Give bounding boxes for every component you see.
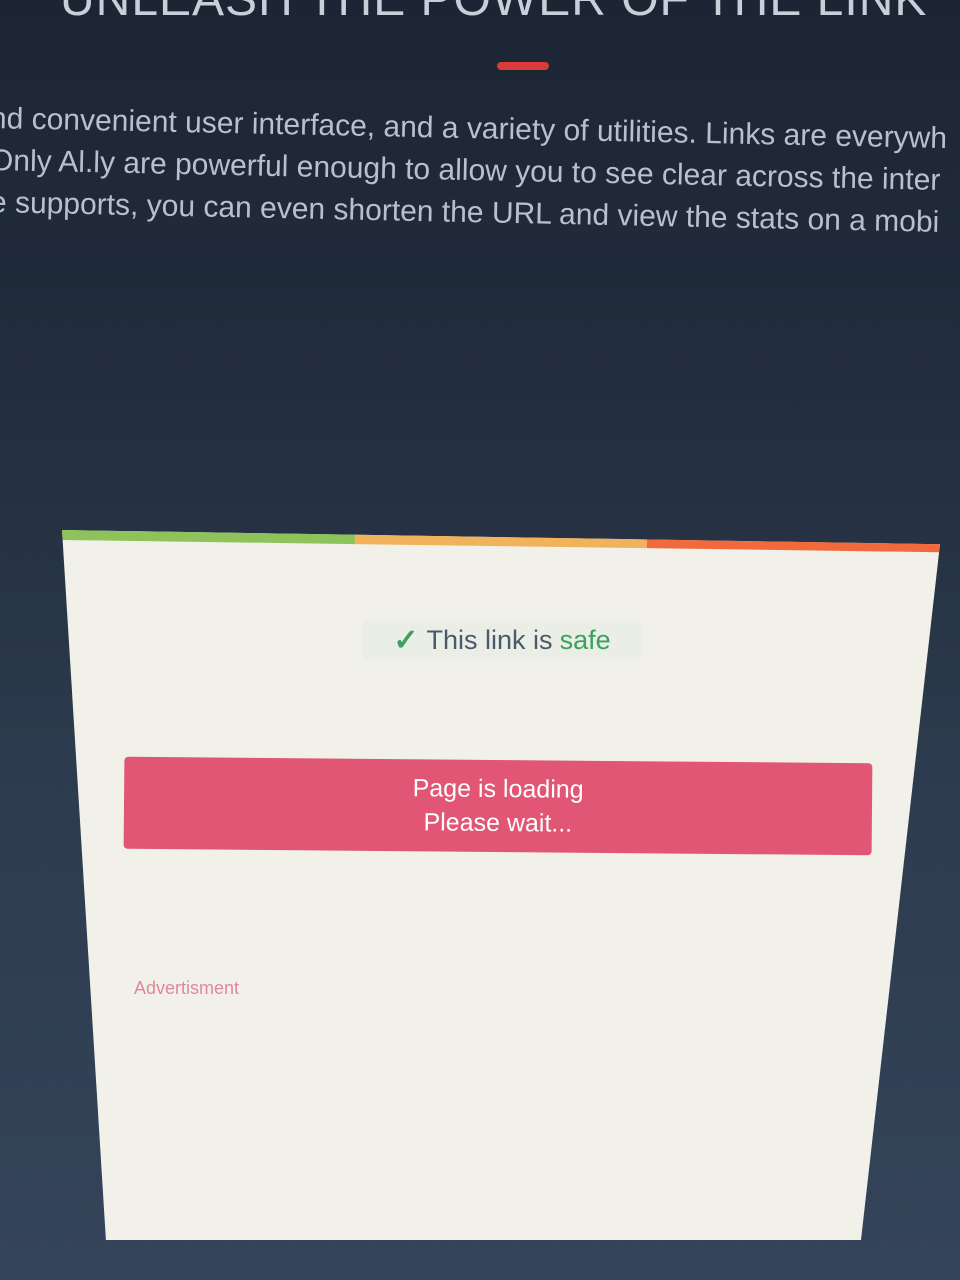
status-prefix: This link is [426, 624, 553, 655]
loading-bar: Page is loading Please wait... [123, 756, 873, 856]
stripe-red [647, 538, 940, 553]
hero-description: nd convenient user interface, and a vari… [0, 98, 960, 239]
safe-status: ✓ This link is safe [362, 620, 642, 660]
loading-text: Page is loading [412, 774, 584, 804]
advertisement-label: Advertisment [134, 978, 240, 998]
hero-divider [497, 62, 549, 70]
stripe-orange [354, 534, 648, 549]
check-icon: ✓ [393, 623, 419, 657]
status-safe-word: safe [559, 624, 611, 655]
wait-text: Please wait... [423, 808, 573, 838]
stripe-green [62, 530, 355, 545]
hero-title: UNLEASH THE POWER OF THE LINK [60, 0, 960, 27]
link-check-modal: ✓ This link is safe Page is loading Plea… [62, 530, 940, 1240]
modal-top-stripe [62, 530, 940, 553]
